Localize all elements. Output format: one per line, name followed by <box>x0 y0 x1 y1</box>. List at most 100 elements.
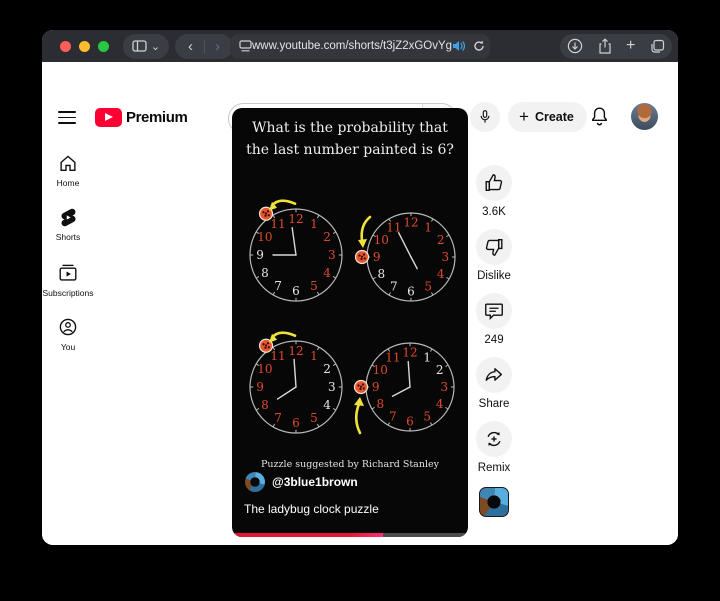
svg-text:9: 9 <box>372 380 380 394</box>
svg-text:4: 4 <box>436 397 444 411</box>
clock: 123456789101112 <box>232 190 361 320</box>
sidebar-item-shorts[interactable]: Shorts <box>42 207 100 242</box>
svg-text:11: 11 <box>385 350 400 364</box>
svg-text:3: 3 <box>328 248 336 262</box>
subscriptions-icon <box>57 262 79 284</box>
svg-text:12: 12 <box>288 212 303 226</box>
zoom-button[interactable] <box>98 41 109 52</box>
svg-text:7: 7 <box>389 410 397 424</box>
remix-button[interactable]: Remix <box>476 421 512 474</box>
action-rail: 3.6K Dislike 249 Share Remix <box>458 165 530 517</box>
share-video-button[interactable]: Share <box>476 357 512 410</box>
youtube-page: Premium + Create Home <box>42 62 678 545</box>
remix-icon <box>483 428 505 450</box>
svg-text:6: 6 <box>406 414 414 428</box>
svg-text:5: 5 <box>310 411 318 425</box>
svg-text:2: 2 <box>437 233 445 247</box>
svg-text:1: 1 <box>310 349 318 363</box>
svg-text:3: 3 <box>441 250 449 264</box>
svg-text:11: 11 <box>386 220 401 234</box>
voice-search-button[interactable] <box>470 102 500 132</box>
menu-button[interactable] <box>58 111 76 124</box>
youtube-play-icon <box>95 108 122 127</box>
progress-bar[interactable] <box>232 533 468 537</box>
svg-text:2: 2 <box>436 363 444 377</box>
pointer-arrow <box>272 201 295 206</box>
address-bar[interactable]: www.youtube.com/shorts/t3jZ2xGOvYg <box>230 34 490 59</box>
rail-channel-avatar[interactable] <box>479 487 509 517</box>
share-arrow-icon <box>483 364 505 386</box>
ladybug <box>355 381 368 394</box>
sidebar-toggle-button[interactable]: ⌄ <box>123 34 169 59</box>
pointer-arrow <box>356 404 360 433</box>
channel-row[interactable]: @3blue1brown <box>245 472 358 492</box>
screenshot-stage: ⌄ ‹ › www.youtube.com/shorts/t3jZ2xGOvYg <box>0 0 720 601</box>
svg-text:1: 1 <box>424 220 432 234</box>
youtube-premium-logo[interactable]: Premium <box>95 108 187 127</box>
svg-text:2: 2 <box>323 230 331 244</box>
svg-text:10: 10 <box>374 233 389 247</box>
you-icon <box>57 316 79 338</box>
share-icon[interactable] <box>598 38 612 54</box>
url-text: www.youtube.com/shorts/t3jZ2xGOvYg <box>252 40 452 52</box>
ladybug <box>356 251 369 264</box>
account-avatar[interactable] <box>631 103 658 130</box>
svg-text:2: 2 <box>323 362 331 376</box>
traffic-lights <box>60 41 109 52</box>
reload-icon[interactable] <box>473 40 485 52</box>
like-button[interactable]: 3.6K <box>476 165 512 218</box>
credit-text: Puzzle suggested by Richard Stanley <box>232 459 468 470</box>
forward-button[interactable]: › <box>205 34 231 59</box>
svg-text:5: 5 <box>423 410 431 424</box>
sidebar-item-home[interactable]: Home <box>42 152 100 188</box>
svg-text:6: 6 <box>292 416 300 430</box>
tabs-overview-icon[interactable] <box>650 39 665 54</box>
shorts-video-player[interactable]: What is the probability that the last nu… <box>232 108 468 537</box>
back-button[interactable]: ‹ <box>178 34 204 59</box>
close-button[interactable] <box>60 41 71 52</box>
audio-playing-icon[interactable] <box>452 40 466 52</box>
sidebar-icon <box>132 40 147 52</box>
create-label: Create <box>535 110 574 124</box>
progress-fill <box>232 533 383 537</box>
reader-icon[interactable] <box>239 40 252 52</box>
plus-icon: + <box>519 107 529 127</box>
svg-text:1: 1 <box>423 350 431 364</box>
channel-avatar-icon[interactable] <box>245 472 265 492</box>
browser-window: ⌄ ‹ › www.youtube.com/shorts/t3jZ2xGOvYg <box>42 30 678 545</box>
svg-text:7: 7 <box>274 411 282 425</box>
downloads-icon[interactable] <box>567 38 583 54</box>
create-button[interactable]: + Create <box>508 102 587 132</box>
svg-text:3: 3 <box>440 380 448 394</box>
home-icon <box>57 152 79 174</box>
svg-text:9: 9 <box>373 250 381 264</box>
new-tab-icon[interactable]: + <box>626 38 635 54</box>
video-title: The ladybug clock puzzle <box>244 502 379 516</box>
dislike-button[interactable]: Dislike <box>476 229 512 282</box>
svg-text:5: 5 <box>424 280 432 294</box>
mic-icon <box>476 108 494 126</box>
titlebar-actions: + <box>560 34 672 59</box>
svg-text:10: 10 <box>257 230 272 244</box>
svg-text:5: 5 <box>310 279 318 293</box>
svg-text:11: 11 <box>270 349 285 363</box>
svg-text:4: 4 <box>323 398 331 412</box>
sidebar-item-you[interactable]: You <box>42 316 100 352</box>
svg-text:8: 8 <box>376 397 384 411</box>
svg-text:1: 1 <box>310 217 318 231</box>
chevron-down-icon: ⌄ <box>151 40 160 53</box>
minimize-button[interactable] <box>79 41 90 52</box>
svg-text:8: 8 <box>377 267 385 281</box>
sidebar-item-subscriptions[interactable]: Subscriptions <box>42 262 100 298</box>
svg-text:9: 9 <box>256 380 264 394</box>
svg-text:4: 4 <box>323 266 331 280</box>
svg-text:11: 11 <box>270 217 285 231</box>
svg-text:12: 12 <box>402 346 417 360</box>
nav-buttons: ‹ › <box>175 34 233 59</box>
notifications-button[interactable] <box>588 105 611 128</box>
channel-handle[interactable]: @3blue1brown <box>272 475 358 489</box>
svg-text:4: 4 <box>437 267 445 281</box>
comments-button[interactable]: 249 <box>476 293 512 346</box>
svg-text:10: 10 <box>257 362 272 376</box>
browser-titlebar: ⌄ ‹ › www.youtube.com/shorts/t3jZ2xGOvYg <box>42 30 678 62</box>
